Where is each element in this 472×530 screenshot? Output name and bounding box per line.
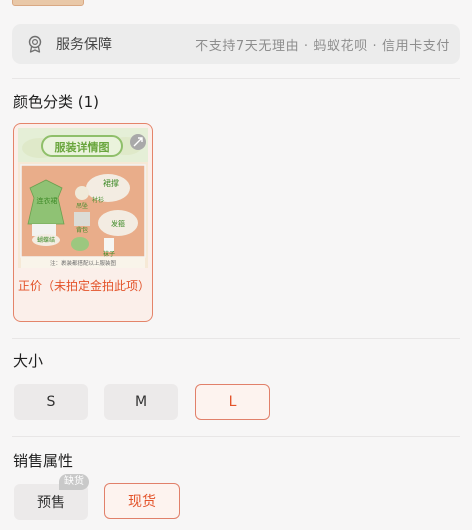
sku-selector-page: 服务保障 不支持7天无理由 · 蚂蚁花呗 · 信用卡支付 颜色分类 (1) 服装… [0, 0, 472, 530]
service-guarantee-bar[interactable]: 服务保障 不支持7天无理由 · 蚂蚁花呗 · 信用卡支付 [12, 24, 460, 64]
size-section-title: 大小 [13, 352, 44, 370]
image-label: 蝴蝶结 [37, 236, 55, 244]
image-banner-text: 服装详情图 [55, 140, 110, 154]
size-option-l[interactable]: L [195, 384, 270, 420]
size-option-m[interactable]: M [104, 384, 178, 420]
size-option-s[interactable]: S [14, 384, 88, 420]
service-label: 服务保障 [56, 37, 112, 53]
sale-section-title: 销售属性 [13, 452, 74, 470]
image-label: 裙撑 [103, 178, 119, 188]
color-option-caption: 正价（未拍定金拍此项） [18, 279, 151, 293]
image-label: 袜子 [103, 250, 115, 258]
image-footnote: 注：裹装都搭配以上服装图 [50, 259, 117, 267]
service-text: 不支持7天无理由 · 蚂蚁花呗 · 信用卡支付 [195, 38, 450, 54]
shield-badge-icon [26, 34, 44, 54]
divider [12, 78, 460, 79]
divider [12, 436, 460, 437]
divider [12, 338, 460, 339]
color-section-title: 颜色分类 (1) [13, 93, 100, 111]
image-label: 背包 [76, 226, 88, 234]
color-option-image: 服装详情图 连衣裙 裙撑 衬衫 吊坠 发箍 背包 蝴蝶结 袜子 注：裹装都搭配以… [18, 128, 148, 268]
image-label: 衬衫 [92, 196, 104, 204]
color-option-card[interactable]: 服装详情图 连衣裙 裙撑 衬衫 吊坠 发箍 背包 蝴蝶结 袜子 注：裹装都搭配以… [13, 123, 153, 322]
top-strip-clipped [0, 0, 472, 8]
image-label: 发箍 [111, 219, 125, 228]
image-label: 连衣裙 [37, 196, 58, 205]
sale-option-in-stock[interactable]: 现货 [104, 483, 180, 519]
image-label: 吊坠 [76, 202, 88, 210]
product-thumbnail-clipped [12, 0, 84, 6]
out-of-stock-badge: 缺货 [59, 474, 89, 490]
